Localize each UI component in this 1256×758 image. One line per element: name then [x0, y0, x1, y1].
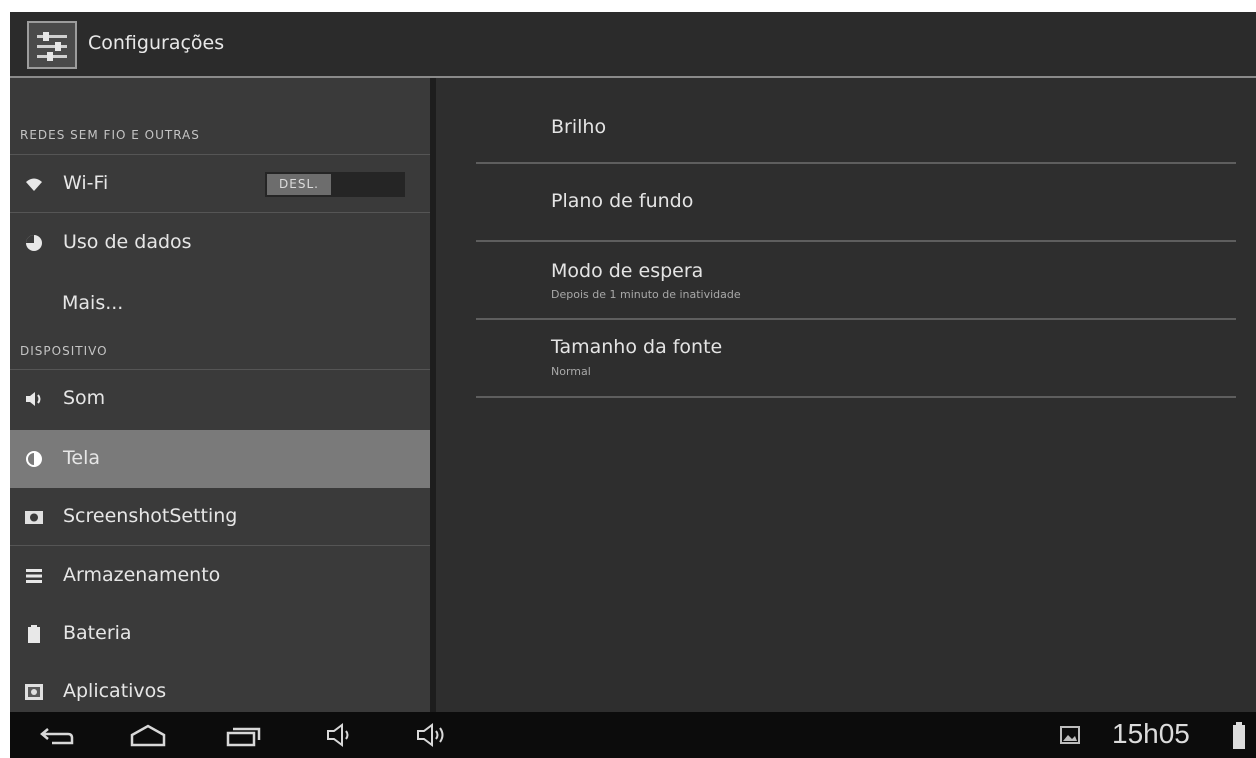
pref-title: Tamanho da fonte	[551, 336, 723, 358]
settings-category-list: REDES SEM FIO E OUTRAS Wi-Fi DESL. Uso d…	[10, 78, 430, 712]
section-header-device: DISPOSITIVO	[20, 344, 108, 358]
battery-icon	[28, 625, 40, 643]
sidebar-item-battery[interactable]: Bateria	[10, 605, 430, 663]
wifi-toggle-label: DESL.	[267, 174, 331, 195]
volume-icon	[26, 392, 41, 406]
sidebar-item-label: Bateria	[63, 622, 132, 644]
volume-up-icon[interactable]	[414, 721, 454, 749]
storage-icon	[26, 569, 42, 583]
sidebar-item-sound[interactable]: Som	[10, 370, 430, 428]
android-settings-screen: Configurações REDES SEM FIO E OUTRAS Wi-…	[10, 12, 1256, 758]
wifi-icon	[26, 178, 42, 191]
sidebar-item-display[interactable]: Tela	[10, 430, 430, 488]
sidebar-item-data-usage[interactable]: Uso de dados	[10, 214, 430, 272]
wifi-toggle[interactable]: DESL.	[265, 172, 405, 197]
action-bar: Configurações	[10, 12, 1256, 78]
back-icon[interactable]	[38, 721, 78, 749]
sidebar-item-label: Wi-Fi	[63, 172, 109, 194]
pref-font-size[interactable]: Tamanho da fonte Normal	[476, 320, 1236, 398]
pref-summary: Normal	[551, 365, 591, 378]
sidebar-item-screenshot[interactable]: ScreenshotSetting	[10, 488, 430, 546]
apps-icon	[25, 684, 43, 700]
pref-wallpaper[interactable]: Plano de fundo	[476, 164, 1236, 242]
sidebar-item-label: Uso de dados	[63, 231, 192, 253]
pref-title: Plano de fundo	[551, 190, 694, 212]
sidebar-item-storage[interactable]: Armazenamento	[10, 547, 430, 605]
pref-title: Modo de espera	[551, 260, 704, 282]
pref-sleep[interactable]: Modo de espera Depois de 1 minuto de ina…	[476, 242, 1236, 320]
pref-summary: Depois de 1 minuto de inatividade	[551, 288, 741, 301]
sidebar-item-wifi[interactable]: Wi-Fi DESL.	[10, 155, 430, 213]
brightness-icon	[26, 451, 42, 467]
page-title: Configurações	[88, 32, 225, 54]
recent-apps-icon[interactable]	[224, 721, 264, 749]
status-clock: 15h05	[1112, 718, 1190, 749]
sidebar-item-label: ScreenshotSetting	[63, 505, 238, 527]
gallery-notification-icon[interactable]	[1060, 726, 1080, 744]
sidebar-item-label: Armazenamento	[63, 564, 221, 586]
system-navigation-bar: 15h05	[10, 712, 1256, 758]
home-icon[interactable]	[128, 721, 168, 749]
pref-brightness[interactable]: Brilho	[476, 78, 1236, 164]
camera-icon	[25, 511, 43, 524]
pref-title: Brilho	[551, 116, 607, 138]
section-header-wireless: REDES SEM FIO E OUTRAS	[20, 128, 200, 142]
sidebar-item-label: Tela	[63, 447, 100, 469]
data-usage-icon	[26, 235, 42, 251]
sidebar-item-label: Aplicativos	[63, 680, 167, 702]
sidebar-item-label: Mais...	[62, 292, 124, 314]
settings-icon[interactable]	[27, 21, 77, 69]
sidebar-item-label: Som	[63, 387, 106, 409]
volume-down-icon[interactable]	[322, 721, 362, 749]
display-settings-panel: Brilho Plano de fundo Modo de espera Dep…	[436, 78, 1256, 712]
sidebar-item-more[interactable]: Mais...	[10, 274, 430, 332]
battery-status-icon	[1233, 722, 1245, 749]
